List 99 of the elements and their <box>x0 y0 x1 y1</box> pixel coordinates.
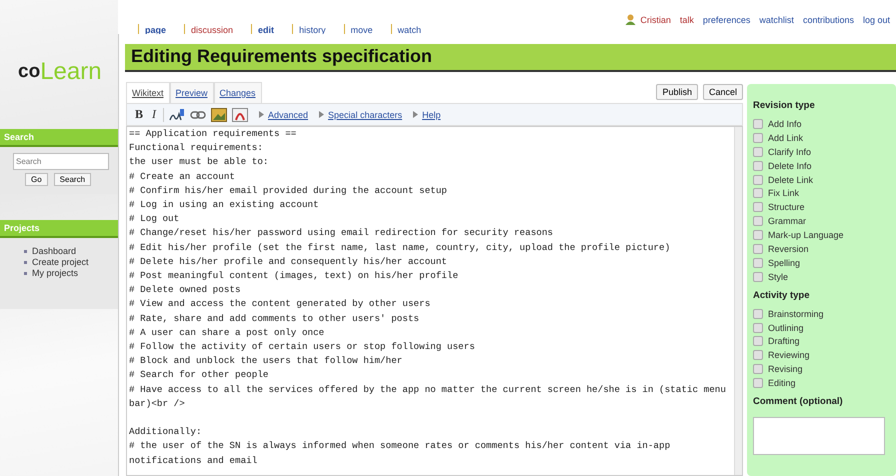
text-line: # A user can share a post only once <box>129 326 326 340</box>
editor-tab[interactable]: Preview <box>170 82 214 103</box>
form-button[interactable]: Cancel <box>702 84 743 100</box>
checkbox-label: Mark-up Language <box>768 230 844 240</box>
user-link[interactable]: preferences <box>702 14 750 24</box>
checkbox-label: Structure <box>768 202 805 212</box>
editor-tab[interactable]: Changes <box>214 82 262 103</box>
text-line: # Edit his/her profile (set the first name, last name, country, city, upload the profile picture) <box>129 240 672 255</box>
checkbox[interactable] <box>753 364 763 374</box>
signature-icon <box>169 108 186 122</box>
text-line: Additionally: <box>129 425 203 440</box>
section-heading: Comment (optional) <box>753 396 844 408</box>
sidebar-link[interactable]: Dashboard <box>32 246 76 256</box>
text-line: # Block and unblock the users that follow him/her <box>129 354 404 368</box>
sidebar-heading: Search <box>0 129 118 147</box>
checkbox[interactable] <box>753 244 763 254</box>
bold-button[interactable]: B <box>133 107 146 122</box>
checkbox[interactable] <box>753 336 763 346</box>
triangle-icon <box>259 111 264 118</box>
checkbox-label: Spelling <box>768 258 800 268</box>
checkbox[interactable] <box>753 202 763 212</box>
text-line: the user must be able to: <box>129 155 270 170</box>
text-line: # Have access to all the services offered by the app no matter the current screen he/she is in (static menu bar)<br /> <box>129 382 727 411</box>
checkbox[interactable] <box>753 146 763 157</box>
text-line: # Change/reset his/her password using email redirection for security reasons <box>129 226 554 240</box>
checkbox[interactable] <box>753 230 763 240</box>
checkbox[interactable] <box>753 118 763 129</box>
logo: coLearn <box>17 57 103 87</box>
checkbox[interactable] <box>753 350 763 360</box>
text-line: # Rate, share and add comments to other users' posts <box>129 312 420 326</box>
text-line: # Delete owned posts <box>129 283 242 298</box>
text-line: # Follow the activity of certain users or stop following users <box>129 340 476 354</box>
triangle-icon <box>319 111 324 118</box>
user-icon <box>625 14 636 25</box>
checkbox-label: Reversion <box>768 244 809 254</box>
checkbox-label: Grammar <box>768 216 806 226</box>
triangle-icon <box>413 111 418 118</box>
text-line: == Application requirements == <box>129 127 298 141</box>
text-line: # Log in using an existing account <box>129 198 320 212</box>
editor-tab[interactable]: Wikitext <box>126 82 170 103</box>
checkbox[interactable] <box>753 174 763 184</box>
checkbox[interactable] <box>753 378 763 388</box>
section-heading: Revision type <box>753 100 816 111</box>
checkbox-label: Editing <box>768 378 796 388</box>
checkbox-label: Brainstorming <box>768 308 824 319</box>
checkbox-label: Reviewing <box>768 350 810 360</box>
checkbox-label: Outlining <box>768 322 804 333</box>
checkbox-label: Revising <box>768 364 803 374</box>
checkbox-label: Delete Link <box>768 174 814 184</box>
text-line: Functional requirements: <box>129 141 264 156</box>
bullet-icon <box>24 260 27 264</box>
user-link[interactable]: talk <box>680 14 694 24</box>
user-link[interactable]: log out <box>862 14 890 24</box>
checkbox[interactable] <box>753 258 763 268</box>
checkbox[interactable] <box>753 216 763 226</box>
checkbox[interactable] <box>753 272 763 282</box>
media-icon <box>232 108 248 122</box>
user-link[interactable]: Cristian <box>640 14 671 24</box>
checkbox-label: Add Info <box>768 118 802 129</box>
checkbox-label: Add Link <box>768 132 804 143</box>
checkbox-label: Delete Info <box>768 160 812 171</box>
user-link[interactable]: watchlist <box>759 14 794 24</box>
checkbox[interactable] <box>753 322 763 333</box>
form-button[interactable]: Publish <box>656 84 698 100</box>
toolbar-menu-link[interactable]: Help <box>413 110 441 120</box>
search-field[interactable]: Search <box>13 153 109 170</box>
search-button[interactable]: Search <box>54 173 92 186</box>
text-line: # Log out <box>129 212 180 226</box>
checkbox[interactable] <box>753 308 763 319</box>
italic-button[interactable]: I <box>150 107 158 122</box>
toolbar-menu-link[interactable]: Advanced <box>259 110 308 120</box>
checkbox-label: Clarify Info <box>768 146 812 157</box>
image-icon <box>211 108 228 122</box>
text-line: # Search for other people <box>129 368 270 382</box>
scrollbar[interactable] <box>734 127 742 475</box>
search-button[interactable]: Go <box>25 173 48 186</box>
text-line: # Create an account <box>129 170 236 184</box>
text-line: # View and access the content generated by other users <box>129 297 432 312</box>
text-editor[interactable] <box>126 126 743 476</box>
checkbox-label: Style <box>768 272 788 282</box>
toolbar-menu-link[interactable]: Special characters <box>319 110 402 120</box>
comment-field[interactable] <box>753 417 885 456</box>
checkbox[interactable] <box>753 188 763 198</box>
text-line: # Confirm his/her email provided during the account setup <box>129 184 448 198</box>
text-line: # Post meaningful content (images, text) on his/her profile <box>129 269 460 284</box>
bullet-icon <box>24 250 27 252</box>
sidebar-link[interactable]: My projects <box>32 268 78 278</box>
text-line: # the user of the SN is always informed when someone rates or comments his/her content via in-app notifications and email <box>129 439 672 468</box>
section-heading: Activity type <box>753 290 810 301</box>
checkbox-label: Drafting <box>768 336 800 346</box>
checkbox[interactable] <box>753 132 763 143</box>
page-title: Editing Requirements specification <box>125 44 896 72</box>
user-link[interactable]: contributions <box>802 14 854 24</box>
text-line: # Delete his/her profile and consequently his/her account <box>129 254 448 269</box>
checkbox[interactable] <box>753 160 763 171</box>
bullet-icon <box>24 272 27 274</box>
checkbox-label: Fix Link <box>768 188 800 198</box>
sidebar-heading: Projects <box>0 220 118 238</box>
sidebar-link[interactable]: Create project <box>32 257 89 267</box>
